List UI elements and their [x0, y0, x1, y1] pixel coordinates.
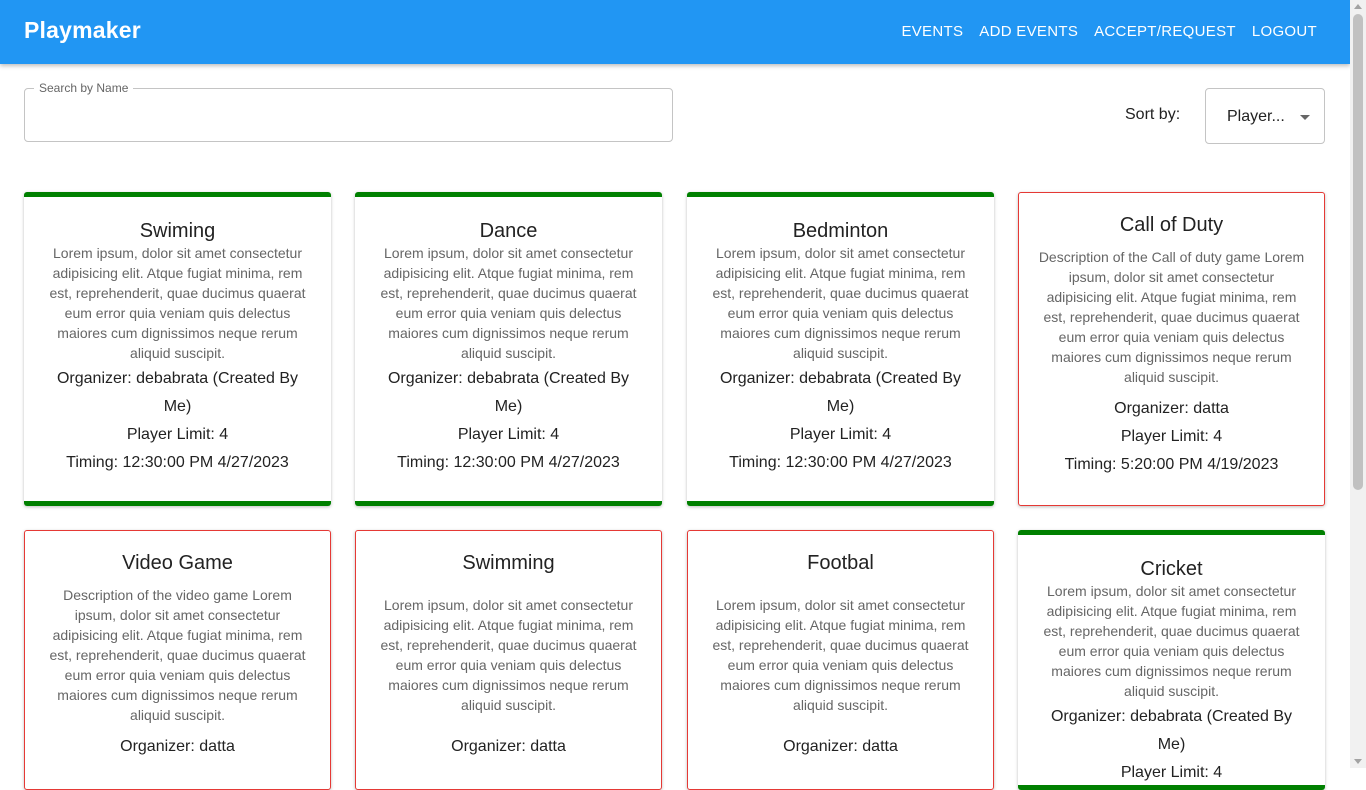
sort-label: Sort by:: [1125, 106, 1181, 123]
event-description: Description of the video game Lorem ipsu…: [49, 587, 306, 723]
event-title: Dance: [479, 220, 538, 242]
event-organizer: Organizer: datta: [783, 738, 898, 755]
event-card[interactable]: Cricket Lorem ipsum, dolor sit amet cons…: [1018, 530, 1325, 790]
event-description: Lorem ipsum, dolor sit amet consectetur …: [49, 245, 306, 361]
event-description: Lorem ipsum, dolor sit amet consectetur …: [712, 245, 969, 361]
nav-logout[interactable]: LOGOUT: [1252, 23, 1317, 40]
event-organizer: Organizer: datta: [1114, 400, 1229, 417]
event-card[interactable]: Bedminton Lorem ipsum, dolor sit amet co…: [687, 192, 994, 506]
nav-events[interactable]: EVENTS: [901, 23, 963, 40]
event-card[interactable]: Swimming Lorem ipsum, dolor sit amet con…: [355, 530, 662, 790]
event-card[interactable]: Dance Lorem ipsum, dolor sit amet consec…: [355, 192, 662, 506]
event-card[interactable]: Footbal Lorem ipsum, dolor sit amet cons…: [687, 530, 994, 790]
event-organizer: Organizer: debabrata (Created By Me): [1050, 708, 1292, 753]
top-nav: EVENTS ADD EVENTS ACCEPT/REQUEST LOGOUT: [885, 23, 1317, 40]
event-organizer: Organizer: debabrata (Created By Me): [387, 370, 629, 415]
search-label: Search by Name: [34, 81, 134, 95]
scroll-down-arrow-icon[interactable]: [1354, 759, 1362, 764]
event-description: Lorem ipsum, dolor sit amet consectetur …: [380, 597, 637, 713]
event-title: Swiming: [139, 220, 216, 242]
page-scrollbar[interactable]: [1350, 0, 1366, 768]
event-timing: Timing: 12:30:00 PM 4/27/2023: [729, 454, 952, 471]
search-field[interactable]: Search by Name: [24, 81, 673, 142]
sort-select[interactable]: Player...: [1205, 88, 1325, 144]
nav-add-events[interactable]: ADD EVENTS: [979, 23, 1078, 40]
event-card[interactable]: Video Game Description of the video game…: [24, 530, 331, 790]
event-card[interactable]: Swiming Lorem ipsum, dolor sit amet cons…: [24, 192, 331, 506]
event-title: Cricket: [1140, 558, 1203, 580]
event-description: Lorem ipsum, dolor sit amet consectetur …: [712, 597, 969, 713]
event-player-limit: Player Limit: 4: [1120, 764, 1223, 781]
scrollbar-thumb[interactable]: [1353, 14, 1363, 490]
app-bar: Playmaker EVENTS ADD EVENTS ACCEPT/REQUE…: [0, 0, 1350, 64]
event-title: Call of Duty: [1119, 214, 1224, 236]
event-organizer: Organizer: datta: [120, 738, 235, 755]
event-title: Video Game: [122, 552, 233, 574]
event-player-limit: Player Limit: 4: [457, 426, 560, 443]
event-title: Swimming: [462, 552, 555, 574]
event-description: Lorem ipsum, dolor sit amet consectetur …: [380, 245, 637, 361]
event-description: Description of the Call of duty game Lor…: [1038, 249, 1305, 385]
event-title: Bedminton: [792, 220, 889, 242]
event-player-limit: Player Limit: 4: [789, 426, 892, 443]
event-player-limit: Player Limit: 4: [126, 426, 229, 443]
event-description: Lorem ipsum, dolor sit amet consectetur …: [1043, 583, 1300, 699]
event-timing: Timing: 12:30:00 PM 4/27/2023: [397, 454, 620, 471]
scroll-up-arrow-icon[interactable]: [1354, 4, 1362, 9]
event-timing: Timing: 12:30:00 PM 4/27/2023: [66, 454, 289, 471]
event-timing: Timing: 5:20:00 PM 4/19/2023: [1064, 456, 1279, 473]
caret-down-icon: [1300, 115, 1310, 120]
event-organizer: Organizer: debabrata (Created By Me): [56, 370, 298, 415]
sort-selected-value: Player...: [1227, 108, 1285, 125]
brand-logo[interactable]: Playmaker: [24, 17, 141, 44]
search-input[interactable]: [37, 103, 661, 131]
event-player-limit: Player Limit: 4: [1120, 428, 1223, 445]
event-organizer: Organizer: datta: [451, 738, 566, 755]
event-title: Footbal: [807, 552, 874, 574]
nav-accept-request[interactable]: ACCEPT/REQUEST: [1094, 23, 1236, 40]
event-card[interactable]: Call of Duty Description of the Call of …: [1018, 192, 1325, 506]
event-organizer: Organizer: debabrata (Created By Me): [719, 370, 961, 415]
